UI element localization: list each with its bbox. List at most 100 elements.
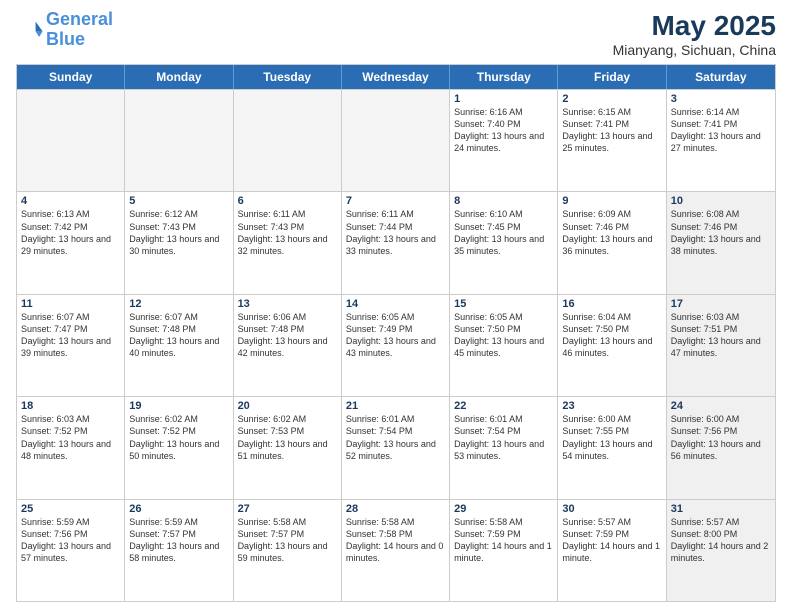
day-detail: Sunrise: 6:01 AM Sunset: 7:54 PM Dayligh… xyxy=(346,413,445,462)
day-number: 13 xyxy=(238,298,337,310)
day-number: 14 xyxy=(346,298,445,310)
day-number: 12 xyxy=(129,298,228,310)
day-detail: Sunrise: 6:13 AM Sunset: 7:42 PM Dayligh… xyxy=(21,208,120,257)
cal-cell-1-5: 9Sunrise: 6:09 AM Sunset: 7:46 PM Daylig… xyxy=(558,192,666,293)
cal-cell-1-4: 8Sunrise: 6:10 AM Sunset: 7:45 PM Daylig… xyxy=(450,192,558,293)
day-number: 15 xyxy=(454,298,553,310)
day-number: 1 xyxy=(454,93,553,105)
day-detail: Sunrise: 6:09 AM Sunset: 7:46 PM Dayligh… xyxy=(562,208,661,257)
day-detail: Sunrise: 6:02 AM Sunset: 7:52 PM Dayligh… xyxy=(129,413,228,462)
day-detail: Sunrise: 6:02 AM Sunset: 7:53 PM Dayligh… xyxy=(238,413,337,462)
cal-cell-4-6: 31Sunrise: 5:57 AM Sunset: 8:00 PM Dayli… xyxy=(667,500,775,601)
cal-row-4: 25Sunrise: 5:59 AM Sunset: 7:56 PM Dayli… xyxy=(17,499,775,601)
cal-row-0: 1Sunrise: 6:16 AM Sunset: 7:40 PM Daylig… xyxy=(17,89,775,191)
cal-cell-3-2: 20Sunrise: 6:02 AM Sunset: 7:53 PM Dayli… xyxy=(234,397,342,498)
header: General Blue May 2025 Mianyang, Sichuan,… xyxy=(16,10,776,58)
day-number: 8 xyxy=(454,195,553,207)
title-block: May 2025 Mianyang, Sichuan, China xyxy=(613,10,776,58)
day-detail: Sunrise: 6:07 AM Sunset: 7:47 PM Dayligh… xyxy=(21,311,120,360)
calendar-header: Sunday Monday Tuesday Wednesday Thursday… xyxy=(17,65,775,89)
day-number: 18 xyxy=(21,400,120,412)
day-detail: Sunrise: 6:00 AM Sunset: 7:56 PM Dayligh… xyxy=(671,413,771,462)
cal-row-2: 11Sunrise: 6:07 AM Sunset: 7:47 PM Dayli… xyxy=(17,294,775,396)
cal-cell-3-1: 19Sunrise: 6:02 AM Sunset: 7:52 PM Dayli… xyxy=(125,397,233,498)
cal-cell-3-6: 24Sunrise: 6:00 AM Sunset: 7:56 PM Dayli… xyxy=(667,397,775,498)
day-detail: Sunrise: 5:58 AM Sunset: 7:57 PM Dayligh… xyxy=(238,516,337,565)
location: Mianyang, Sichuan, China xyxy=(613,42,776,58)
day-number: 6 xyxy=(238,195,337,207)
day-number: 4 xyxy=(21,195,120,207)
logo-text: General xyxy=(46,10,113,30)
day-detail: Sunrise: 6:11 AM Sunset: 7:43 PM Dayligh… xyxy=(238,208,337,257)
cal-cell-1-0: 4Sunrise: 6:13 AM Sunset: 7:42 PM Daylig… xyxy=(17,192,125,293)
cal-cell-4-5: 30Sunrise: 5:57 AM Sunset: 7:59 PM Dayli… xyxy=(558,500,666,601)
day-number: 21 xyxy=(346,400,445,412)
day-number: 5 xyxy=(129,195,228,207)
day-number: 30 xyxy=(562,503,661,515)
cal-cell-2-2: 13Sunrise: 6:06 AM Sunset: 7:48 PM Dayli… xyxy=(234,295,342,396)
day-number: 25 xyxy=(21,503,120,515)
calendar-body: 1Sunrise: 6:16 AM Sunset: 7:40 PM Daylig… xyxy=(17,89,775,601)
cal-cell-2-3: 14Sunrise: 6:05 AM Sunset: 7:49 PM Dayli… xyxy=(342,295,450,396)
day-detail: Sunrise: 6:10 AM Sunset: 7:45 PM Dayligh… xyxy=(454,208,553,257)
day-number: 17 xyxy=(671,298,771,310)
logo-text2: Blue xyxy=(46,30,113,50)
cal-cell-1-6: 10Sunrise: 6:08 AM Sunset: 7:46 PM Dayli… xyxy=(667,192,775,293)
header-saturday: Saturday xyxy=(667,65,775,89)
cal-cell-4-4: 29Sunrise: 5:58 AM Sunset: 7:59 PM Dayli… xyxy=(450,500,558,601)
day-detail: Sunrise: 6:03 AM Sunset: 7:51 PM Dayligh… xyxy=(671,311,771,360)
day-detail: Sunrise: 6:01 AM Sunset: 7:54 PM Dayligh… xyxy=(454,413,553,462)
cal-cell-0-2 xyxy=(234,90,342,191)
day-detail: Sunrise: 6:05 AM Sunset: 7:49 PM Dayligh… xyxy=(346,311,445,360)
cal-cell-0-4: 1Sunrise: 6:16 AM Sunset: 7:40 PM Daylig… xyxy=(450,90,558,191)
header-wednesday: Wednesday xyxy=(342,65,450,89)
day-detail: Sunrise: 5:59 AM Sunset: 7:56 PM Dayligh… xyxy=(21,516,120,565)
day-number: 7 xyxy=(346,195,445,207)
day-detail: Sunrise: 6:00 AM Sunset: 7:55 PM Dayligh… xyxy=(562,413,661,462)
day-detail: Sunrise: 6:06 AM Sunset: 7:48 PM Dayligh… xyxy=(238,311,337,360)
day-number: 29 xyxy=(454,503,553,515)
cal-cell-2-0: 11Sunrise: 6:07 AM Sunset: 7:47 PM Dayli… xyxy=(17,295,125,396)
month-year: May 2025 xyxy=(613,10,776,42)
logo-icon xyxy=(16,16,44,44)
cal-cell-3-3: 21Sunrise: 6:01 AM Sunset: 7:54 PM Dayli… xyxy=(342,397,450,498)
day-detail: Sunrise: 6:16 AM Sunset: 7:40 PM Dayligh… xyxy=(454,106,553,155)
page: General Blue May 2025 Mianyang, Sichuan,… xyxy=(0,0,792,612)
day-number: 27 xyxy=(238,503,337,515)
header-friday: Friday xyxy=(558,65,666,89)
day-detail: Sunrise: 6:07 AM Sunset: 7:48 PM Dayligh… xyxy=(129,311,228,360)
day-number: 26 xyxy=(129,503,228,515)
day-number: 28 xyxy=(346,503,445,515)
day-detail: Sunrise: 6:08 AM Sunset: 7:46 PM Dayligh… xyxy=(671,208,771,257)
cal-cell-4-0: 25Sunrise: 5:59 AM Sunset: 7:56 PM Dayli… xyxy=(17,500,125,601)
cal-cell-0-3 xyxy=(342,90,450,191)
day-detail: Sunrise: 6:15 AM Sunset: 7:41 PM Dayligh… xyxy=(562,106,661,155)
logo: General Blue xyxy=(16,10,113,50)
cal-cell-4-1: 26Sunrise: 5:59 AM Sunset: 7:57 PM Dayli… xyxy=(125,500,233,601)
day-detail: Sunrise: 5:58 AM Sunset: 7:59 PM Dayligh… xyxy=(454,516,553,565)
cal-cell-0-1 xyxy=(125,90,233,191)
cal-cell-4-3: 28Sunrise: 5:58 AM Sunset: 7:58 PM Dayli… xyxy=(342,500,450,601)
day-detail: Sunrise: 5:59 AM Sunset: 7:57 PM Dayligh… xyxy=(129,516,228,565)
day-number: 9 xyxy=(562,195,661,207)
day-detail: Sunrise: 6:04 AM Sunset: 7:50 PM Dayligh… xyxy=(562,311,661,360)
day-detail: Sunrise: 5:57 AM Sunset: 8:00 PM Dayligh… xyxy=(671,516,771,565)
day-number: 10 xyxy=(671,195,771,207)
cal-cell-2-1: 12Sunrise: 6:07 AM Sunset: 7:48 PM Dayli… xyxy=(125,295,233,396)
day-number: 24 xyxy=(671,400,771,412)
day-number: 2 xyxy=(562,93,661,105)
day-detail: Sunrise: 6:05 AM Sunset: 7:50 PM Dayligh… xyxy=(454,311,553,360)
cal-cell-2-6: 17Sunrise: 6:03 AM Sunset: 7:51 PM Dayli… xyxy=(667,295,775,396)
day-detail: Sunrise: 6:12 AM Sunset: 7:43 PM Dayligh… xyxy=(129,208,228,257)
cal-row-1: 4Sunrise: 6:13 AM Sunset: 7:42 PM Daylig… xyxy=(17,191,775,293)
day-number: 31 xyxy=(671,503,771,515)
cal-cell-2-4: 15Sunrise: 6:05 AM Sunset: 7:50 PM Dayli… xyxy=(450,295,558,396)
header-thursday: Thursday xyxy=(450,65,558,89)
cal-cell-1-1: 5Sunrise: 6:12 AM Sunset: 7:43 PM Daylig… xyxy=(125,192,233,293)
cal-cell-3-5: 23Sunrise: 6:00 AM Sunset: 7:55 PM Dayli… xyxy=(558,397,666,498)
cal-cell-1-2: 6Sunrise: 6:11 AM Sunset: 7:43 PM Daylig… xyxy=(234,192,342,293)
day-number: 3 xyxy=(671,93,771,105)
day-detail: Sunrise: 6:14 AM Sunset: 7:41 PM Dayligh… xyxy=(671,106,771,155)
header-sunday: Sunday xyxy=(17,65,125,89)
header-monday: Monday xyxy=(125,65,233,89)
